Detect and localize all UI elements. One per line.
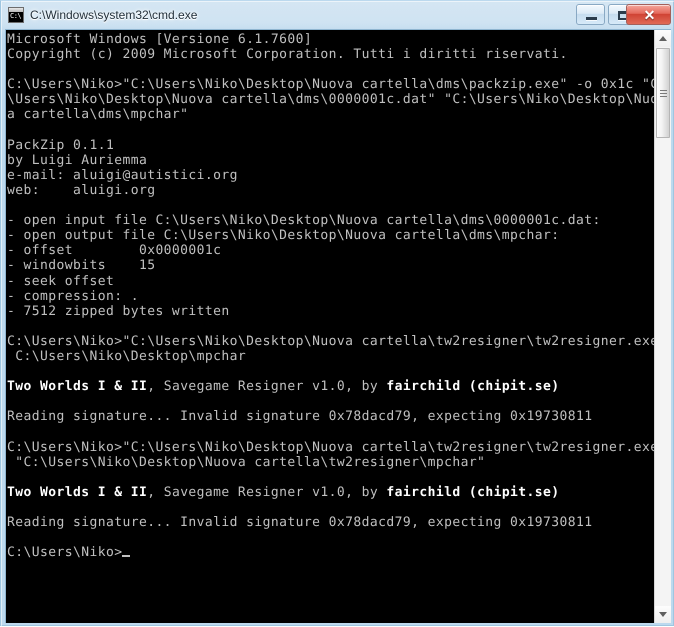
console-text-span: - compression: .: [7, 288, 139, 304]
console-line: Copyright (c) 2009 Microsoft Corporation…: [7, 47, 655, 62]
console-text-span: - windowbits 15: [7, 258, 156, 274]
console-text-span: web: aluigi.org: [7, 182, 156, 198]
console-text-span: C:\Users\Niko>"C:\Users\Niko\Desktop\Nuo…: [7, 439, 655, 455]
console-line: C:\Users\Niko\Desktop\mpchar: [7, 349, 655, 364]
console-line: PackZip 0.1.1: [7, 138, 655, 153]
console-line: C:\Users\Niko>"C:\Users\Niko\Desktop\Nuo…: [7, 77, 655, 92]
console-text-span: C:\Users\Niko>"C:\Users\Niko\Desktop\Nuo…: [7, 333, 655, 349]
minimize-icon: [586, 17, 597, 20]
close-button[interactable]: ✕: [626, 4, 671, 25]
console-output: Microsoft Windows [Versione 6.1.7600] Cop…: [7, 32, 655, 560]
console-line: C:\Users\Niko>"C:\Users\Niko\Desktop\Nuo…: [7, 334, 655, 349]
console-text-span: a cartella\dms\mpchar": [7, 107, 189, 123]
console-line: - open output file C:\Users\Niko\Desktop…: [7, 228, 655, 243]
console-line: - seek offset: [7, 274, 655, 289]
scrollbar-grip-icon: [660, 90, 667, 97]
console-text-span: Two Worlds I & II: [7, 379, 148, 395]
window-title: C:\Windows\system32\cmd.exe: [30, 8, 198, 22]
console-screen[interactable]: Microsoft Windows [Versione 6.1.7600] Cop…: [6, 30, 655, 623]
console-text-span: Microsoft Windows [Versione 6.1.7600]: [7, 32, 313, 47]
console-text-span: C:\Users\Niko>"C:\Users\Niko\Desktop\Nuo…: [7, 77, 655, 93]
console-line: e-mail: aluigi@autistici.org: [7, 168, 655, 183]
console-line: C:\Users\Niko>"C:\Users\Niko\Desktop\Nuo…: [7, 440, 655, 455]
scroll-down-button[interactable]: [655, 606, 671, 623]
console-line: \Users\Niko\Desktop\Nuova cartella\dms\0…: [7, 92, 655, 107]
console-line: - compression: .: [7, 289, 655, 304]
console-text-span: C:\Users\Niko>: [7, 545, 123, 561]
console-line: Microsoft Windows [Versione 6.1.7600]: [7, 32, 655, 47]
console-text-span: Copyright (c) 2009 Microsoft Corporation…: [7, 47, 568, 63]
console-icon: C:\: [8, 7, 24, 23]
console-line: - windowbits 15: [7, 258, 655, 273]
console-text-span: "C:\Users\Niko\Desktop\Nuova cartella\tw…: [7, 454, 486, 470]
console-line: Reading signature... Invalid signature 0…: [7, 409, 655, 424]
console-text-span: Two Worlds I & II: [7, 484, 148, 500]
console-text-span: Reading signature... Invalid signature 0…: [7, 515, 593, 530]
scroll-up-button[interactable]: [655, 30, 671, 47]
console-line: Two Worlds I & II, Savegame Resigner v1.…: [7, 485, 655, 500]
console-client-area: Microsoft Windows [Versione 6.1.7600] Cop…: [5, 29, 671, 623]
console-line: C:\Users\Niko>: [7, 545, 655, 560]
console-text-span: fairchild (chipit.se): [386, 484, 560, 500]
text-cursor: [122, 555, 131, 558]
console-text-span: by Luigi Auriemma: [7, 152, 148, 168]
console-line: "C:\Users\Niko\Desktop\Nuova cartella\tw…: [7, 455, 655, 470]
scroll-down-arrow-icon: [659, 612, 667, 617]
console-text-span: , Savegame Resigner v1.0, by: [147, 484, 387, 500]
console-line: Reading signature... Invalid signature 0…: [7, 515, 655, 530]
console-text-span: PackZip 0.1.1: [7, 137, 115, 153]
console-text-span: e-mail: aluigi@autistici.org: [7, 167, 238, 183]
console-line: web: aluigi.org: [7, 183, 655, 198]
console-line: - open input file C:\Users\Niko\Desktop\…: [7, 213, 655, 228]
console-text-span: \Users\Niko\Desktop\Nuova cartella\dms\0…: [7, 92, 655, 108]
console-line: by Luigi Auriemma: [7, 153, 655, 168]
console-text-span: - open input file C:\Users\Niko\Desktop\…: [7, 213, 601, 229]
console-text-span: C:\Users\Niko\Desktop\mpchar: [7, 348, 247, 364]
console-line: - 7512 zipped bytes written: [7, 304, 655, 319]
vertical-scrollbar[interactable]: [654, 30, 671, 623]
console-text-span: , Savegame Resigner v1.0, by: [147, 379, 387, 395]
console-text-span: - seek offset: [7, 273, 115, 289]
close-icon: ✕: [643, 7, 656, 23]
console-line: Two Worlds I & II, Savegame Resigner v1.…: [7, 379, 655, 394]
console-text-span: - offset 0x0000001c: [7, 243, 222, 259]
console-text-span: - open output file C:\Users\Niko\Desktop…: [7, 228, 560, 244]
scrollbar-thumb[interactable]: [656, 48, 670, 138]
console-text-span: fairchild (chipit.se): [386, 379, 560, 395]
console-text-span: Reading signature... Invalid signature 0…: [7, 409, 593, 425]
cmd-window: C:\ C:\Windows\system32\cmd.exe ✕ Micros…: [0, 0, 674, 627]
console-line: - offset 0x0000001c: [7, 243, 655, 258]
title-bar[interactable]: C:\ C:\Windows\system32\cmd.exe ✕: [1, 1, 674, 29]
scroll-up-arrow-icon: [659, 36, 667, 41]
console-text-span: - 7512 zipped bytes written: [7, 303, 230, 319]
console-icon-prompt: C:\: [10, 12, 22, 20]
console-line: a cartella\dms\mpchar": [7, 107, 655, 122]
minimize-button[interactable]: [576, 4, 605, 25]
